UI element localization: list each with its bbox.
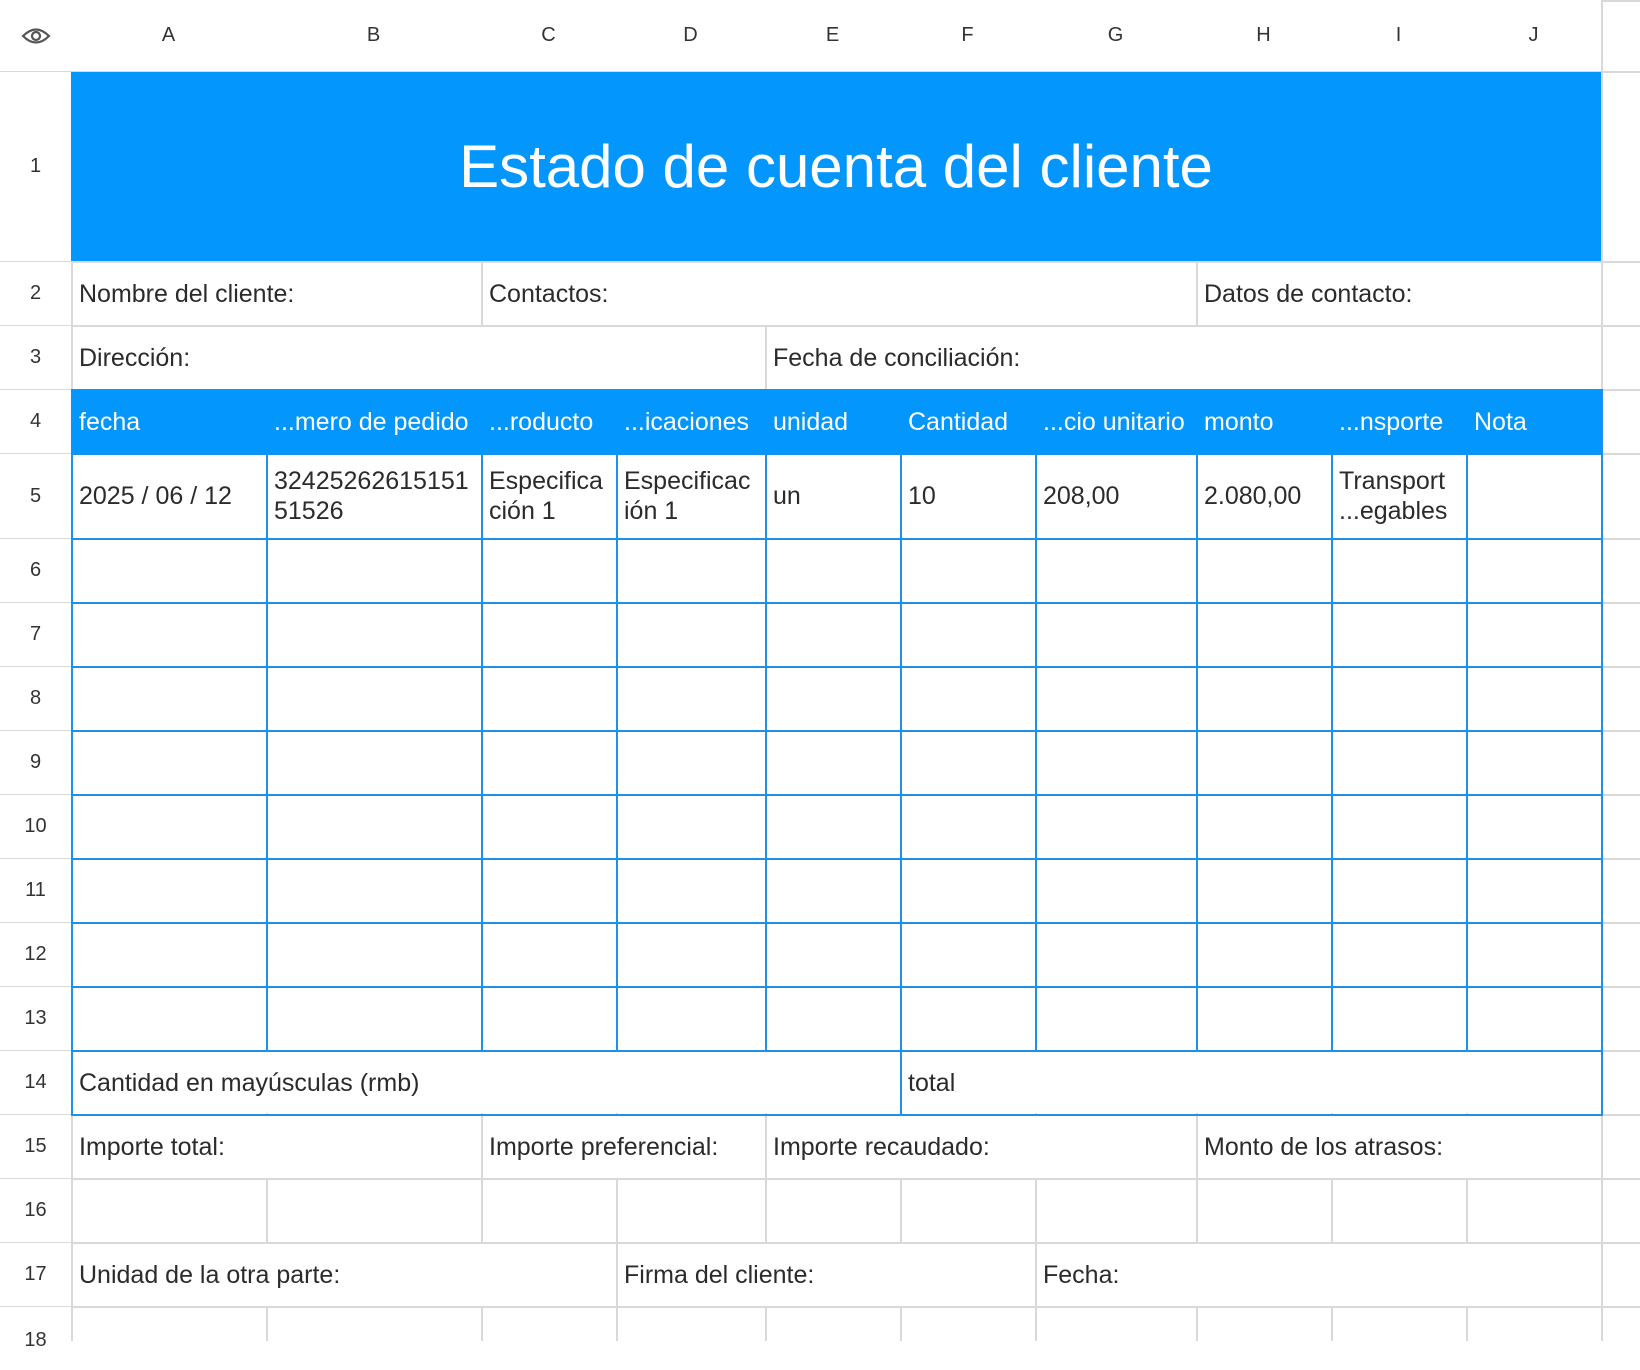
row-header-9[interactable]: 9: [0, 731, 71, 794]
row-header-1[interactable]: 1: [0, 72, 71, 261]
address-label[interactable]: Dirección:: [71, 326, 765, 389]
amount-in-words-label[interactable]: Cantidad en mayúsculas (rmb): [71, 1051, 900, 1114]
row-header-12[interactable]: 12: [0, 923, 71, 986]
table-grid-horizontal: [71, 538, 1603, 540]
row-header-18[interactable]: 18: [0, 1307, 71, 1370]
column-header-c[interactable]: C: [481, 0, 616, 71]
row-header-5[interactable]: 5: [0, 454, 71, 538]
header-unit-price[interactable]: ...cio unitario: [1035, 390, 1196, 453]
row-header-8[interactable]: 8: [0, 667, 71, 730]
select-all-corner[interactable]: [0, 0, 71, 71]
header-unit[interactable]: unidad: [765, 390, 900, 453]
table-grid-horizontal: [71, 666, 1603, 668]
table-grid-vertical: [1601, 1050, 1603, 1116]
column-header-h[interactable]: H: [1196, 0, 1331, 71]
contacts-label[interactable]: Contactos:: [481, 262, 1196, 325]
header-product[interactable]: ...roducto: [481, 390, 616, 453]
transport-text: Transport ...egables: [1339, 467, 1448, 525]
cell-note[interactable]: [1466, 454, 1601, 538]
cell-quantity[interactable]: 10: [900, 454, 1035, 538]
header-quantity[interactable]: Cantidad: [900, 390, 1035, 453]
table-grid-horizontal: [71, 794, 1603, 796]
title-cell[interactable]: Estado de cuenta del cliente: [71, 72, 1601, 261]
specifications-text: Especificac ión 1: [624, 467, 751, 525]
row-header-11[interactable]: 11: [0, 859, 71, 922]
grid-line-horizontal: [0, 1178, 1640, 1180]
cell-date[interactable]: 2025 / 06 / 12: [71, 454, 266, 538]
customer-name-label[interactable]: Nombre del cliente:: [71, 262, 481, 325]
table-grid-horizontal: [71, 730, 1603, 732]
collected-amount-label[interactable]: Importe recaudado:: [765, 1115, 1196, 1178]
total-label[interactable]: total: [900, 1051, 1601, 1114]
table-grid-horizontal: [71, 602, 1603, 604]
grid-line-horizontal: [0, 1306, 1640, 1308]
column-header-e[interactable]: E: [765, 0, 900, 71]
row-header-3[interactable]: 3: [0, 326, 71, 389]
cell-product[interactable]: Especifica ción 1: [481, 454, 616, 538]
sheet-title: Estado de cuenta del cliente: [459, 133, 1213, 200]
table-grid-horizontal: [71, 858, 1603, 860]
reconciliation-date-label[interactable]: Fecha de conciliación:: [765, 326, 1601, 389]
eye-icon[interactable]: [20, 26, 51, 46]
header-amount[interactable]: monto: [1196, 390, 1331, 453]
preferential-amount-label[interactable]: Importe preferencial:: [481, 1115, 765, 1178]
product-text: Especifica ción 1: [489, 467, 603, 525]
header-transport[interactable]: ...nsporte: [1331, 390, 1466, 453]
cell-specifications[interactable]: Especificac ión 1: [616, 454, 765, 538]
header-order-number[interactable]: ...mero de pedido: [266, 390, 481, 453]
table-grid-horizontal: [71, 922, 1603, 924]
column-header-f[interactable]: F: [900, 0, 1035, 71]
cell-order-number[interactable]: 32425262615151 51526: [266, 454, 481, 538]
row-header-7[interactable]: 7: [0, 603, 71, 666]
cell-unit-price[interactable]: 208,00: [1035, 454, 1196, 538]
counterparty-label[interactable]: Unidad de la otra parte:: [71, 1243, 616, 1306]
cell-amount[interactable]: 2.080,00: [1196, 454, 1331, 538]
row-header-13[interactable]: 13: [0, 987, 71, 1050]
order-number-text: 32425262615151 51526: [274, 467, 469, 525]
column-header-i[interactable]: I: [1331, 0, 1466, 71]
row-header-16[interactable]: 16: [0, 1179, 71, 1242]
column-header-j[interactable]: J: [1466, 0, 1601, 71]
row-header-2[interactable]: 2: [0, 262, 71, 325]
column-header-d[interactable]: D: [616, 0, 765, 71]
cell-transport[interactable]: Transport ...egables: [1331, 454, 1466, 538]
table-grid-horizontal: [71, 986, 1603, 988]
header-specifications[interactable]: ...icaciones: [616, 390, 765, 453]
contact-data-label[interactable]: Datos de contacto:: [1196, 262, 1601, 325]
column-header-g[interactable]: G: [1035, 0, 1196, 71]
cell-unit[interactable]: un: [765, 454, 900, 538]
row-header-4[interactable]: 4: [0, 390, 71, 453]
row-header-14[interactable]: 14: [0, 1051, 71, 1114]
header-note[interactable]: Nota: [1466, 390, 1601, 453]
arrears-amount-label[interactable]: Monto de los atrasos:: [1196, 1115, 1601, 1178]
total-amount-label[interactable]: Importe total:: [71, 1115, 481, 1178]
row-header-6[interactable]: 6: [0, 539, 71, 602]
header-date[interactable]: fecha: [71, 390, 266, 453]
signature-date-label[interactable]: Fecha:: [1035, 1243, 1601, 1306]
customer-signature-label[interactable]: Firma del cliente:: [616, 1243, 1035, 1306]
table-grid-vertical: [1601, 389, 1603, 1050]
row-header-10[interactable]: 10: [0, 795, 71, 858]
row-header-15[interactable]: 15: [0, 1115, 71, 1178]
column-header-a[interactable]: A: [71, 0, 266, 71]
row-header-17[interactable]: 17: [0, 1243, 71, 1306]
column-header-b[interactable]: B: [266, 0, 481, 71]
